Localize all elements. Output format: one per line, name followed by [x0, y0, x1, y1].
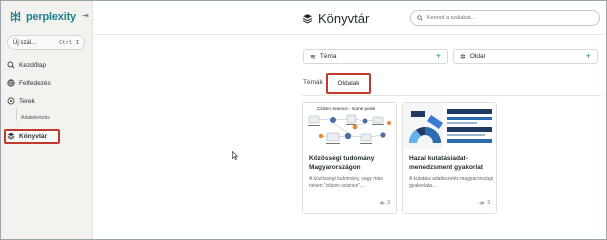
search-icon: [417, 15, 423, 21]
sidebar: perplexity ⇥ Új szál... Ctrl I Kezdőlap …: [1, 1, 93, 239]
new-thread-label: Új szál...: [13, 39, 37, 46]
search-icon: [7, 61, 15, 69]
globe-icon: [7, 79, 15, 87]
add-topic-icon[interactable]: +: [436, 52, 441, 61]
add-page-icon[interactable]: +: [586, 52, 591, 61]
card-thumbnail: Citizen science - some possi: [303, 103, 396, 149]
page-title: Könyvtár: [302, 11, 369, 26]
sidebar-subitem-data-analysis[interactable]: Adatelemzés: [21, 115, 50, 121]
brand-logo[interactable]: perplexity: [9, 10, 76, 23]
view-count-value: 3: [387, 200, 390, 206]
perplexity-logo-icon: [10, 10, 21, 23]
card-thumbnail: [403, 103, 496, 149]
topic-icon: ≋: [310, 53, 316, 61]
topic-filter-button[interactable]: ≋ Téma +: [303, 49, 448, 64]
brand-name: perplexity: [26, 10, 76, 23]
sidebar-item-label: Könyvtár: [19, 132, 48, 140]
sidebar-item-home[interactable]: Kezdőlap: [7, 61, 46, 69]
sidebar-item-label: Kezdőlap: [19, 61, 47, 69]
search-input[interactable]: [427, 15, 587, 21]
page-filter-button[interactable]: ✲ Oldal +: [453, 49, 598, 64]
sidebar-item-discover[interactable]: Felfedezés: [7, 79, 51, 87]
card-title: Hazai kutatásiadat-menedzsment gyakorlat: [409, 155, 484, 171]
sidebar-item-library[interactable]: Könyvtár: [7, 132, 47, 140]
page-card[interactable]: Citizen science - some possi Közösségi t…: [302, 102, 397, 214]
page-card[interactable]: Hazai kutatásiadat-menedzsment gyakorlat…: [402, 102, 497, 214]
new-thread-button[interactable]: Új szál... Ctrl I: [7, 35, 85, 50]
topic-filter-label: Téma: [319, 53, 337, 60]
card-description: A közösségi tudomány, vagy más néven "ci…: [309, 176, 383, 189]
collapse-sidebar-icon[interactable]: ⇥: [82, 11, 89, 20]
tabs-divider: [302, 95, 601, 96]
library-icon: [7, 132, 15, 140]
card-description: A kutatási adatkezelés magyarországi gya…: [409, 176, 493, 189]
library-icon: [302, 14, 313, 24]
sidebar-item-label: Terek: [19, 97, 35, 105]
header-divider: [94, 34, 605, 35]
tab-pages[interactable]: Oldalak: [326, 73, 371, 94]
thumbnail-caption: Citizen science - some possi: [317, 106, 375, 111]
search-box[interactable]: [410, 10, 600, 26]
tab-pages-label: Oldalak: [337, 80, 360, 87]
page-filter-label: Oldal: [469, 53, 486, 60]
new-thread-shortcut: Ctrl I: [59, 39, 79, 46]
spaces-icon: [7, 97, 15, 105]
sidebar-item-label: Felfedezés: [19, 79, 51, 87]
card-title: Közösségi tudomány Magyarországon: [309, 155, 375, 171]
eye-icon: [379, 201, 386, 205]
sidebar-item-spaces[interactable]: Terek: [7, 97, 35, 105]
view-count: 3: [379, 200, 390, 206]
page-title-text: Könyvtár: [318, 11, 370, 26]
view-count: 3: [479, 200, 490, 206]
view-count-value: 3: [487, 200, 490, 206]
eye-icon: [479, 201, 486, 205]
sparkle-icon: ✲: [460, 53, 466, 61]
tab-topics[interactable]: Témák: [303, 79, 323, 86]
mouse-cursor-icon: [232, 151, 238, 160]
tree-connector: [16, 109, 17, 121]
